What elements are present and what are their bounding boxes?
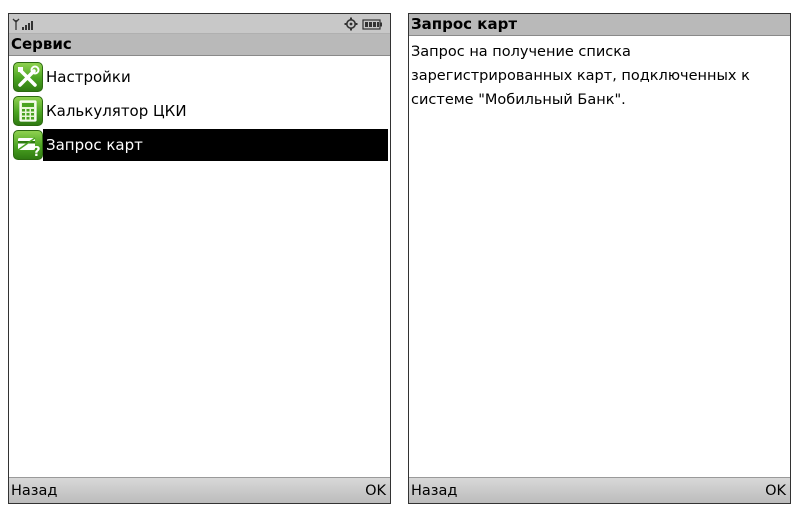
card-query-detail-screen: Запрос карт Запрос на получение списка з…: [408, 13, 791, 504]
screenshot-canvas: Сервис Настройки Калькулятор ЦКИ ? Запро…: [0, 0, 795, 511]
tools-icon: [13, 62, 43, 92]
menu-item-calculator[interactable]: Калькулятор ЦКИ: [9, 94, 390, 128]
back-softkey[interactable]: Назад: [11, 482, 57, 500]
menu-item-card-query[interactable]: ? Запрос карт: [9, 128, 390, 162]
description-line: системе "Мобильный Банк".: [411, 92, 626, 108]
status-bar: [9, 14, 390, 34]
ok-softkey[interactable]: OK: [365, 482, 386, 500]
back-softkey[interactable]: Назад: [411, 482, 457, 500]
service-menu-screen: Сервис Настройки Калькулятор ЦКИ ? Запро…: [8, 13, 391, 504]
description-line: зарегистрированных карт, подключенных к: [411, 68, 750, 84]
card-query-icon: ?: [13, 130, 43, 160]
menu-item-label: Настройки: [46, 68, 131, 86]
screen-title: Запрос карт: [409, 14, 790, 36]
menu-item-label: Запрос карт: [46, 136, 143, 154]
battery-icon: [362, 19, 382, 30]
menu-item-label: Калькулятор ЦКИ: [46, 102, 187, 120]
antenna-signal-icon: [12, 18, 33, 30]
gear-icon: [344, 17, 358, 31]
svg-text:?: ?: [33, 145, 41, 158]
softkey-bar: Назад OK: [9, 477, 390, 503]
menu-item-settings[interactable]: Настройки: [9, 60, 390, 94]
softkey-bar: Назад OK: [409, 477, 790, 503]
calculator-icon: [13, 96, 43, 126]
status-icons: [344, 17, 382, 31]
description-text: Запрос на получение списка зарегистриров…: [411, 40, 783, 112]
screen-title: Сервис: [9, 34, 390, 56]
description-line: Запрос на получение списка: [411, 44, 631, 60]
ok-softkey[interactable]: OK: [765, 482, 786, 500]
service-menu-list: Настройки Калькулятор ЦКИ ? Запрос карт: [9, 60, 390, 162]
